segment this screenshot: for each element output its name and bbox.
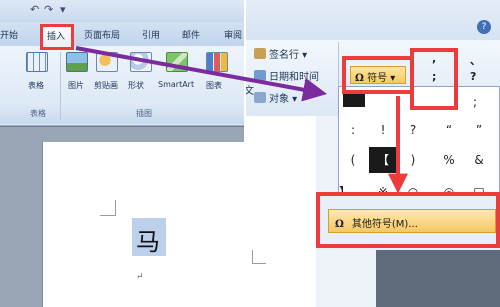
group-label-table: 表格 bbox=[30, 109, 46, 118]
right-panel-symbol-menu: ? 签名行 ▾ 日期和时间 对象 ▾ , 、 ; ? Ω 符号 ▾ 文 ; : … bbox=[246, 0, 500, 307]
datetime-button[interactable]: 日期和时间 bbox=[254, 68, 319, 83]
margin-marker bbox=[252, 263, 266, 264]
paragraph-mark-icon: ↵ bbox=[136, 272, 144, 282]
symbol-cell[interactable]: ( bbox=[339, 147, 367, 173]
smartart-icon[interactable] bbox=[166, 52, 188, 72]
tutorial-composite: ↶ ↷ ▾ 开始 插入 页面布局 引用 邮件 审阅 表格 图片 剪贴画 形状 S… bbox=[0, 0, 500, 307]
truncated-ribbon-text: 文 bbox=[246, 86, 254, 97]
quick-access-toolbar: ↶ ↷ ▾ bbox=[0, 0, 244, 22]
customize-icon[interactable]: ▾ bbox=[60, 3, 66, 16]
ribbon-tab-bar: 开始 插入 页面布局 引用 邮件 审阅 bbox=[0, 22, 244, 46]
symbol-cell[interactable]: : bbox=[339, 117, 367, 143]
chart-icon[interactable] bbox=[206, 52, 228, 72]
highlight-punctuation bbox=[410, 48, 458, 110]
symbol-cell[interactable]: & bbox=[465, 147, 493, 173]
shapes-button-label[interactable]: 形状 bbox=[128, 80, 144, 91]
picture-icon[interactable] bbox=[66, 52, 88, 72]
document-page-right[interactable] bbox=[246, 116, 316, 307]
enumeration-comma-symbol[interactable]: 、 bbox=[470, 52, 481, 68]
help-icon[interactable]: ? bbox=[477, 20, 491, 34]
symbol-cell[interactable]: % bbox=[435, 147, 463, 173]
margin-marker bbox=[115, 200, 116, 216]
undo-icon[interactable]: ↶ bbox=[30, 3, 39, 16]
insert-ribbon: 表格 图片 剪贴画 形状 SmartArt 图表 表格 插图 bbox=[0, 46, 244, 126]
chart-button-label[interactable]: 图表 bbox=[206, 80, 222, 91]
symbol-cell[interactable]: ; bbox=[461, 89, 489, 115]
highlight-insert-tab bbox=[40, 24, 74, 50]
tab-mailings[interactable]: 邮件 bbox=[182, 28, 200, 41]
object-button[interactable]: 对象 ▾ bbox=[254, 90, 297, 105]
calendar-icon bbox=[254, 70, 266, 81]
tab-page-layout[interactable]: 页面布局 bbox=[84, 28, 120, 41]
signature-line-button[interactable]: 签名行 ▾ bbox=[254, 46, 307, 61]
selected-text[interactable]: 马↵ bbox=[132, 218, 166, 282]
symbol-cell[interactable]: “ bbox=[435, 117, 463, 143]
redo-icon[interactable]: ↷ bbox=[44, 3, 53, 16]
signature-icon bbox=[254, 48, 266, 59]
document-background bbox=[376, 250, 500, 307]
group-separator bbox=[60, 52, 61, 120]
highlight-symbol-button bbox=[342, 56, 414, 94]
tab-review[interactable]: 审阅 bbox=[224, 28, 242, 41]
margin-marker bbox=[100, 215, 116, 216]
clipart-button-label[interactable]: 剪贴画 bbox=[94, 80, 118, 91]
table-icon[interactable] bbox=[26, 52, 48, 72]
smartart-button-label[interactable]: SmartArt bbox=[158, 80, 194, 89]
question-mark-symbol[interactable]: ? bbox=[470, 70, 476, 83]
group-label-illustrations: 插图 bbox=[136, 109, 152, 118]
shapes-icon[interactable] bbox=[130, 52, 152, 72]
symbol-cell[interactable]: ? bbox=[399, 117, 427, 143]
selected-character: 马 bbox=[136, 228, 160, 256]
symbol-cell[interactable]: ” bbox=[465, 117, 493, 143]
table-button-label[interactable]: 表格 bbox=[28, 80, 44, 91]
picture-button-label[interactable]: 图片 bbox=[68, 80, 84, 91]
object-icon bbox=[254, 92, 266, 103]
recent-symbol-cell[interactable] bbox=[343, 93, 365, 107]
ribbon-top-strip bbox=[246, 0, 500, 40]
left-panel-word-insert: ↶ ↷ ▾ 开始 插入 页面布局 引用 邮件 审阅 表格 图片 剪贴画 形状 S… bbox=[0, 0, 244, 307]
clipart-icon[interactable] bbox=[96, 52, 118, 72]
tab-home[interactable]: 开始 bbox=[0, 28, 18, 41]
highlight-more-symbols bbox=[316, 192, 500, 248]
symbol-cell-selected[interactable]: 【 bbox=[369, 147, 397, 173]
symbol-cell[interactable]: ) bbox=[399, 147, 427, 173]
tab-references[interactable]: 引用 bbox=[142, 28, 160, 41]
symbol-cell[interactable]: ! bbox=[369, 117, 397, 143]
margin-marker bbox=[252, 250, 253, 264]
